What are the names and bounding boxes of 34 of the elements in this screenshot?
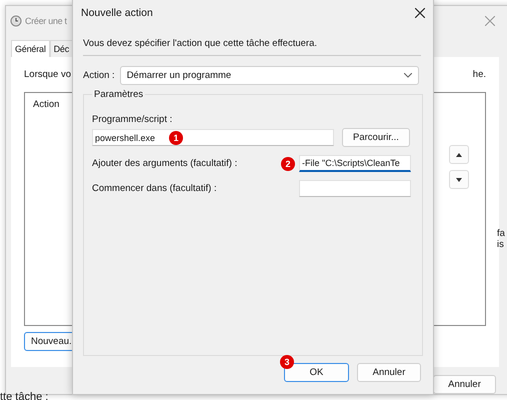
cancel-button[interactable]: Annuler [433,375,496,394]
column-header: Action [33,99,60,110]
close-icon [485,16,495,26]
text-fragment: is [497,239,505,250]
field-label: Commencer dans (facultatif) : [92,183,217,194]
instruction-text: Vous devez spécifier l'action que cette tâche effectuera. [83,30,421,56]
tab[interactable]: Déc [50,40,74,58]
intro-text: he. [472,69,486,80]
tab[interactable]: Général [11,40,50,58]
move-down-button[interactable] [449,170,469,190]
up-arrow-icon [456,152,462,157]
clock-icon [10,14,22,27]
close-icon[interactable] [415,8,425,18]
move-up-button[interactable] [449,145,469,164]
browse-button[interactable]: Parcourir... [342,128,410,147]
action-dropdown[interactable]: Démarrer un programme [120,66,419,85]
input-field[interactable] [299,180,411,197]
text-fragment: fa [497,228,505,239]
step-badge: 2 [281,156,295,170]
group-title: Paramètres [93,89,144,100]
dialog-title: Nouvelle action [81,7,153,19]
field-label: Programme/script : [92,114,174,125]
field-label: Ajouter des arguments (facultatif) : [92,158,238,169]
action-label: Action : [83,70,115,81]
cancel-button[interactable]: Annuler [357,363,421,382]
window-title: Créer une t [25,16,67,26]
intro-text: Lorsque vo [24,69,72,80]
step-badge: 1 [169,131,183,145]
down-arrow-icon [456,178,462,182]
caption-text: tte tâche : [0,391,48,400]
step-badge: 3 [280,355,294,369]
chevron-down-icon [404,73,412,78]
input-field[interactable]: powershell.exe 1 [92,129,334,146]
input-field[interactable]: -File "C:\Scripts\CleanTe [299,155,411,172]
